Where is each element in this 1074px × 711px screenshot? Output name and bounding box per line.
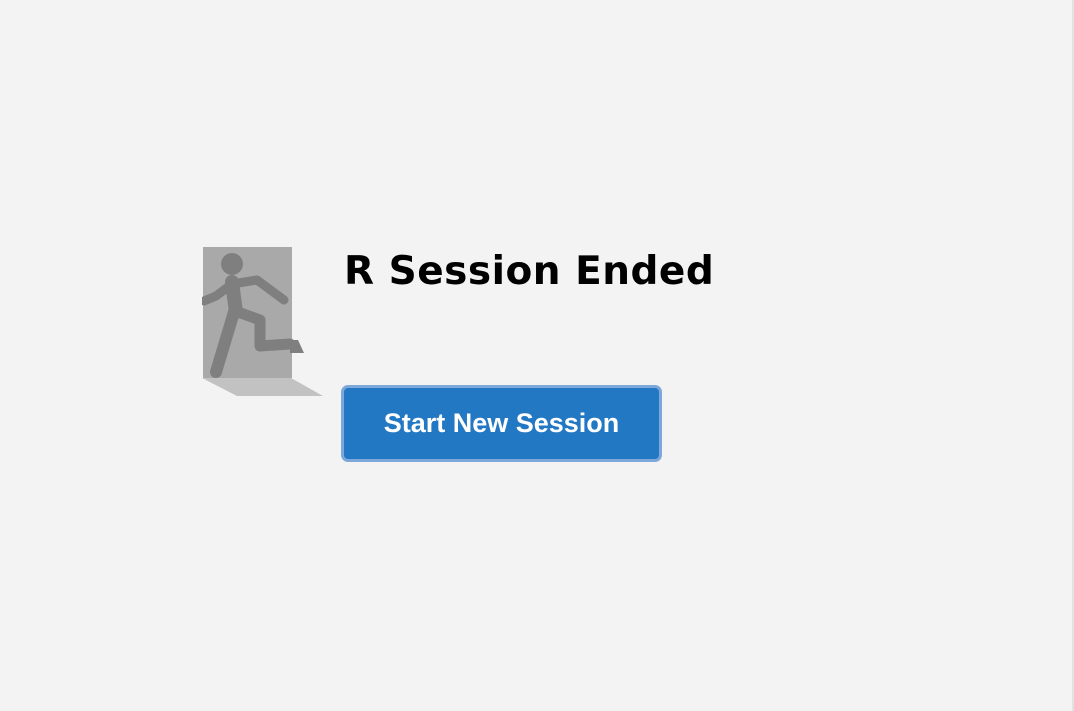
door-shadow [202, 378, 323, 396]
exit-door-icon [202, 247, 323, 396]
start-new-session-button[interactable]: Start New Session [341, 385, 662, 462]
front-foot [290, 340, 304, 353]
page-title: R Session Ended [344, 249, 715, 294]
start-new-session-label: Start New Session [383, 408, 620, 438]
